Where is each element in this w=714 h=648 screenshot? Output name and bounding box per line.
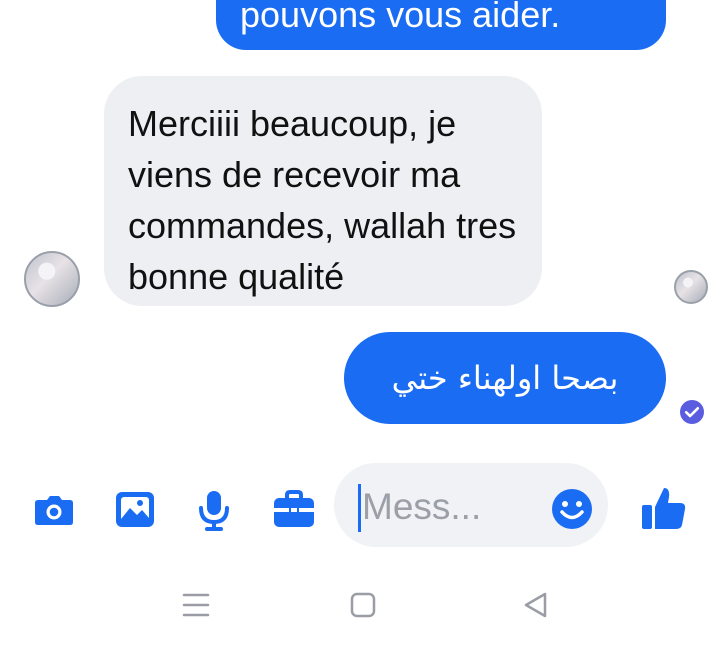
microphone-icon — [199, 491, 229, 531]
back-icon — [524, 592, 547, 618]
recent-apps-button[interactable] — [181, 590, 211, 620]
briefcase-button[interactable] — [272, 488, 316, 532]
briefcase-icon — [274, 490, 314, 527]
message-outgoing-2[interactable]: بصحا اولهناء ختي — [344, 332, 666, 424]
seen-avatar — [674, 270, 708, 304]
emoji-icon — [552, 489, 592, 529]
back-button[interactable] — [521, 590, 551, 620]
delivered-status — [680, 400, 704, 424]
image-button[interactable] — [113, 488, 157, 532]
microphone-button[interactable] — [192, 488, 236, 532]
camera-button[interactable] — [32, 488, 76, 532]
check-circle-icon — [684, 407, 700, 418]
emoji-button[interactable] — [551, 488, 593, 530]
message-text: pouvons vous aider. — [240, 0, 561, 35]
thumbs-up-icon — [642, 488, 686, 529]
camera-icon — [35, 496, 73, 525]
message-text: بصحا اولهناء ختي — [391, 359, 619, 397]
message-outgoing-1[interactable]: pouvons vous aider. — [216, 0, 666, 50]
home-icon — [350, 592, 376, 618]
message-incoming-1[interactable]: Merciiii beaucoup, je viens de recevoir … — [104, 76, 542, 306]
home-button[interactable] — [348, 590, 378, 620]
message-placeholder: Mess... — [362, 486, 482, 527]
recent-apps-icon — [182, 593, 210, 617]
text-cursor — [358, 484, 361, 532]
sender-avatar[interactable] — [24, 251, 80, 307]
image-icon — [116, 492, 154, 527]
like-button[interactable] — [640, 485, 688, 533]
message-text: Merciiii beaucoup, je viens de recevoir … — [128, 103, 517, 297]
